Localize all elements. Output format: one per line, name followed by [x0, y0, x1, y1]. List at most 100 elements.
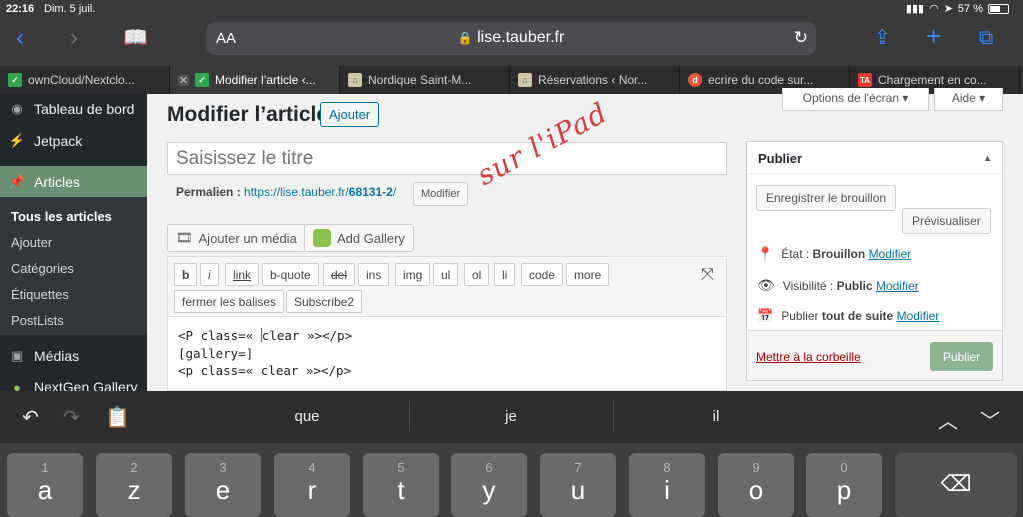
- publish-heading-label: Publier: [758, 151, 803, 166]
- key-letter: r: [307, 475, 317, 505]
- address-bar[interactable]: AA 🔒 lise.tauber.fr ↻: [206, 22, 816, 55]
- sidebar-item-label: Jetpack: [34, 133, 83, 149]
- qt-img-button[interactable]: img: [395, 263, 431, 286]
- key-letter: u: [570, 475, 586, 505]
- submenu-add[interactable]: Ajouter: [11, 235, 52, 250]
- code-line: <P class=«: [178, 328, 261, 343]
- submenu-categories[interactable]: Catégories: [11, 261, 74, 276]
- permalink-edit-button[interactable]: Modifier: [413, 182, 469, 206]
- key-p[interactable]: 0p: [806, 453, 882, 517]
- page-title: Modifier l’article: [167, 103, 329, 126]
- battery-icon: [988, 3, 1009, 14]
- publish-box: Publier ▲ Enregistrer le brouillon Prévi…: [746, 141, 1003, 381]
- key-y[interactable]: 6y: [451, 453, 527, 517]
- key-r[interactable]: 4r: [274, 453, 350, 517]
- qt-subscribe2-button[interactable]: Subscribe2: [286, 290, 363, 313]
- eye-icon: 👁: [757, 277, 775, 293]
- suggestion-1[interactable]: que: [207, 408, 407, 425]
- key-z[interactable]: 2z: [96, 453, 172, 517]
- tab-title: ownCloud/Nextclo...: [28, 73, 135, 87]
- save-draft-button[interactable]: Enregistrer le brouillon: [756, 185, 897, 211]
- suggestion-2[interactable]: je: [411, 408, 611, 425]
- publish-heading[interactable]: Publier ▲: [747, 142, 1002, 174]
- sidebar-item-jetpack[interactable]: ⚡ Jetpack: [0, 126, 147, 156]
- reload-icon[interactable]: ↻: [794, 28, 808, 48]
- new-tab-icon[interactable]: +: [926, 23, 941, 49]
- tabs-overview-icon[interactable]: ⧉: [979, 26, 993, 50]
- paste-icon[interactable]: 📋: [105, 405, 130, 430]
- sidebar-item-articles[interactable]: 📌 Articles: [0, 166, 147, 198]
- add-media-label: Ajouter un média: [198, 230, 297, 246]
- tab-modifier-article[interactable]: ✕ ✓ Modifier l’article ‹...: [170, 66, 340, 94]
- code-line: <p class=« clear »></p>: [178, 363, 352, 378]
- ta-favicon-icon: TA: [858, 73, 872, 87]
- key-t[interactable]: 5t: [363, 453, 439, 517]
- qt-code-button[interactable]: code: [521, 263, 564, 286]
- share-icon[interactable]: ⇪: [874, 26, 891, 50]
- qt-li-button[interactable]: li: [494, 263, 516, 286]
- sidebar-item-media[interactable]: ▣ Médias: [0, 341, 147, 371]
- collapse-arrow-icon[interactable]: ▲: [983, 153, 992, 163]
- post-title-input[interactable]: [167, 142, 727, 175]
- tab-owncloud[interactable]: ✓ ownCloud/Nextclo...: [0, 66, 170, 94]
- fullscreen-icon[interactable]: ⤧: [701, 266, 714, 284]
- back-icon[interactable]: ‹: [16, 26, 24, 50]
- status-value: Brouillon: [812, 247, 866, 261]
- add-new-button[interactable]: Ajouter: [320, 102, 380, 127]
- edit-schedule-link[interactable]: Modifier: [897, 309, 940, 323]
- chevron-up-icon[interactable]: ︿: [938, 405, 958, 434]
- key-a[interactable]: 1a: [7, 453, 83, 517]
- undo-icon[interactable]: ↶: [22, 405, 39, 430]
- key-letter: t: [397, 475, 405, 505]
- tab-title: Réservations ‹ Nor...: [538, 73, 648, 87]
- signal-icon: ▮▮▮: [905, 3, 925, 15]
- media-icon: 🎞: [176, 230, 193, 245]
- edit-status-link[interactable]: Modifier: [869, 247, 912, 261]
- key-number: 5: [397, 460, 405, 475]
- key-e[interactable]: 3e: [185, 453, 261, 517]
- edit-visibility-link[interactable]: Modifier: [876, 279, 919, 293]
- qt-link-button[interactable]: link: [225, 263, 260, 286]
- key-i[interactable]: 8i: [629, 453, 705, 517]
- tab-nordique[interactable]: ⌂ Nordique Saint-M...: [340, 66, 510, 94]
- quicktags-toolbar: b i link b-quote del ins img ul ol li co…: [168, 257, 726, 317]
- gallery-icon: [313, 229, 331, 247]
- tab-reservations[interactable]: ⌂ Réservations ‹ Nor...: [510, 66, 680, 94]
- bookmarks-icon[interactable]: 📖: [123, 26, 148, 50]
- qt-italic-button[interactable]: i: [200, 263, 219, 286]
- redo-icon[interactable]: ↷: [63, 405, 80, 430]
- editor-content[interactable]: <P class=« clear »></p> [gallery=] <p cl…: [178, 327, 352, 380]
- key-u[interactable]: 7u: [540, 453, 616, 517]
- schedule-label: Publier: [781, 309, 819, 323]
- submenu-tags[interactable]: Étiquettes: [11, 287, 69, 302]
- sidebar-item-dashboard[interactable]: ◉ Tableau de bord: [0, 94, 147, 124]
- url-domain: lise.tauber.fr: [477, 29, 565, 46]
- add-gallery-button[interactable]: Add Gallery: [304, 224, 414, 252]
- add-media-button[interactable]: 🎞 Ajouter un média: [167, 224, 306, 252]
- tab-title: Modifier l’article ‹...: [215, 73, 316, 87]
- preview-button[interactable]: Prévisualiser: [902, 208, 991, 234]
- qt-ins-button[interactable]: ins: [358, 263, 390, 286]
- chevron-down-icon[interactable]: ﹀: [980, 405, 1000, 434]
- trash-link[interactable]: Mettre à la corbeille: [756, 350, 861, 364]
- qt-close-tags-button[interactable]: fermer les balises: [174, 290, 285, 313]
- help-button[interactable]: Aide ▾: [934, 88, 1003, 111]
- permalink-link[interactable]: https://lise.tauber.fr/68131-2/: [244, 185, 396, 199]
- qt-ol-button[interactable]: ol: [464, 263, 490, 286]
- close-icon[interactable]: ✕: [178, 74, 189, 87]
- submenu-all-articles[interactable]: Tous les articles: [11, 209, 112, 224]
- publish-button[interactable]: Publier: [930, 342, 993, 371]
- submenu-postlists[interactable]: PostLists: [11, 313, 64, 328]
- delete-key[interactable]: ⌫: [895, 453, 1017, 517]
- key-o[interactable]: 9o: [718, 453, 794, 517]
- forward-icon[interactable]: ›: [70, 26, 78, 50]
- qt-more-button[interactable]: more: [566, 263, 610, 286]
- duckduckgo-favicon-icon: d: [688, 73, 702, 87]
- qt-ul-button[interactable]: ul: [433, 263, 459, 286]
- qt-bquote-button[interactable]: b-quote: [262, 263, 319, 286]
- qt-bold-button[interactable]: b: [174, 263, 198, 286]
- suggestion-3[interactable]: il: [616, 408, 816, 425]
- permalink-label: Permalien :: [176, 185, 241, 199]
- qt-del-button[interactable]: del: [323, 263, 356, 286]
- screen-options-button[interactable]: Options de l'écran ▾: [782, 88, 929, 111]
